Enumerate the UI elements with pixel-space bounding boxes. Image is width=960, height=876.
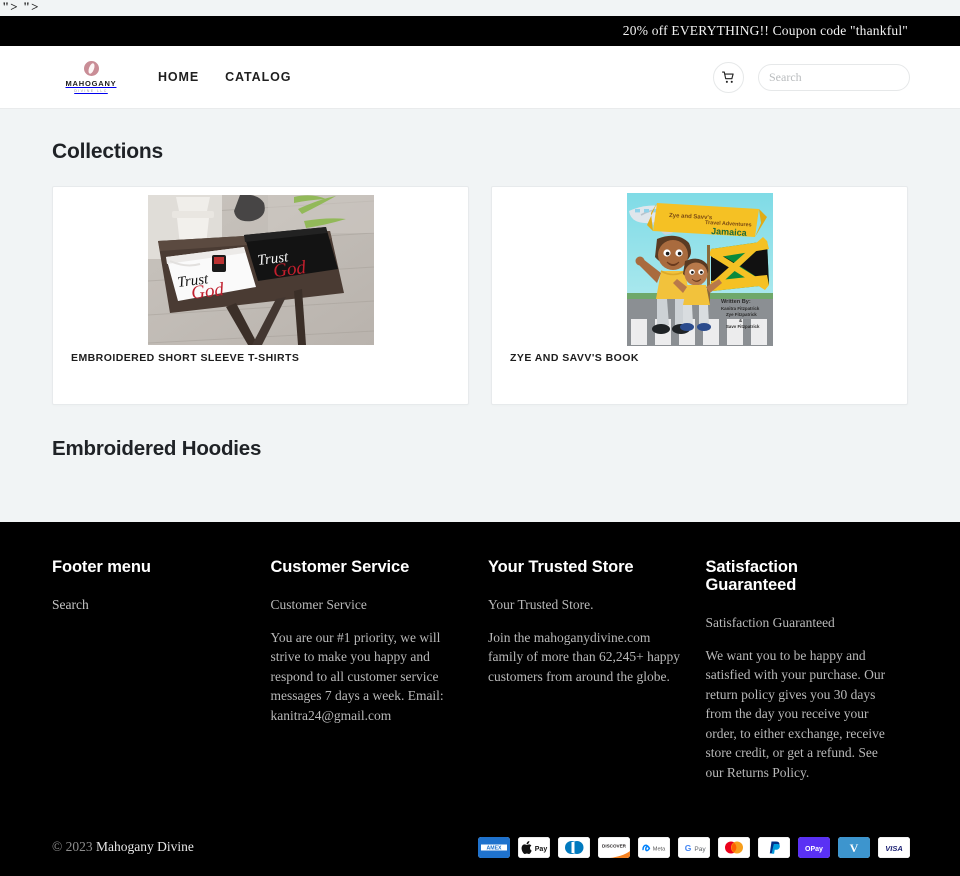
collection-card-image-wrap: Zye and Savv's Travel Adventures Jamaica <box>492 187 907 352</box>
payment-icon-meta-pay: Meta <box>638 836 670 858</box>
payment-icon-discover: DISCOVER <box>598 836 630 858</box>
search-input[interactable] <box>769 69 924 85</box>
logo-name: MAHOGANY <box>65 78 117 88</box>
svg-text:Savv Fitzpatrick: Savv Fitzpatrick <box>726 324 760 329</box>
svg-text:Written By:: Written By: <box>721 299 751 305</box>
tshirts-illustration: Trust God Trust God <box>147 194 374 345</box>
collection-card-tshirts[interactable]: Trust God Trust God EMBROIDERED SHORT SL… <box>52 186 469 405</box>
collection-card-title: EMBROIDERED SHORT SLEEVE T-SHIRTS <box>71 352 300 364</box>
payment-icon-venmo: V <box>838 836 870 858</box>
page-title: Collections <box>52 140 163 163</box>
svg-text:Pay: Pay <box>535 846 548 853</box>
logo-link[interactable]: MAHOGANY DIVINE LLC <box>60 60 122 94</box>
footer-text: Customer Service <box>270 597 367 612</box>
svg-text:Meta: Meta <box>653 846 666 852</box>
book-cover-illustration: Zye and Savv's Travel Adventures Jamaica <box>626 193 773 346</box>
payment-icon-mastercard <box>718 836 750 858</box>
payment-icon-visa: VISA <box>878 836 910 858</box>
svg-text:Kanitra Fitzpatrick: Kanitra Fitzpatrick <box>721 306 760 311</box>
svg-text:VISA: VISA <box>885 843 903 852</box>
payment-icons: AMEX Pay DISCOVER Meta G Pay OPay V VISA <box>478 836 910 858</box>
payment-icon-google-pay: G Pay <box>678 836 710 858</box>
payment-icon-diners-club <box>558 836 590 858</box>
footer-columns: Footer menu Search Customer Service Cust… <box>0 522 960 782</box>
svg-text:Pay: Pay <box>694 845 706 852</box>
nav-home[interactable]: HOME <box>158 70 199 84</box>
search-box[interactable] <box>758 63 924 91</box>
announcement-bar: 20% off EVERYTHING!! Coupon code "thankf… <box>0 16 960 46</box>
svg-text:AMEX: AMEX <box>487 845 503 851</box>
footer-text: Satisfaction Guaranteed <box>705 615 835 630</box>
cart-button[interactable] <box>713 61 744 93</box>
payment-icon-paypal <box>758 836 790 858</box>
footer-bottom-bar: © 2023 Mahogany Divine AMEX Pay DISCOVER… <box>0 818 960 876</box>
footer-link-search[interactable]: Search <box>52 595 252 614</box>
shopping-cart-icon <box>722 71 734 83</box>
footer-column-trusted-store: Your Trusted Store Your Trusted Store. J… <box>488 558 706 782</box>
footer-heading: Footer menu <box>52 558 151 576</box>
svg-text:Jamaica: Jamaica <box>710 226 747 238</box>
logo-subtitle: DIVINE LLC <box>74 89 108 94</box>
main-content: Collections Trust God Trust God EMBROIDE… <box>0 110 960 522</box>
collection-card-title: ZYE AND SAVV'S BOOK <box>510 352 639 364</box>
copyright: © 2023 Mahogany Divine <box>52 839 194 855</box>
footer-heading: Your Trusted Store <box>487 558 634 576</box>
svg-text:OPay: OPay <box>805 845 823 852</box>
mahogany-leaf-emblem-icon <box>83 60 99 76</box>
footer-text: You are our #1 priority, we will strive … <box>270 629 444 723</box>
svg-text:God: God <box>190 279 226 304</box>
payment-icon-apple-pay: Pay <box>518 836 550 858</box>
site-footer: Footer menu Search Customer Service Cust… <box>0 522 960 876</box>
collection-card-image-wrap: Trust God Trust God <box>53 187 468 352</box>
footer-text: Join the mahoganydivine.com family of mo… <box>487 629 681 684</box>
svg-text:DISCOVER: DISCOVER <box>602 843 627 848</box>
collections-grid: Trust God Trust God EMBROIDERED SHORT SL… <box>52 186 908 405</box>
copyright-store-name: Mahogany Divine <box>96 839 194 854</box>
book-product-image: Zye and Savv's Travel Adventures Jamaica <box>626 193 773 346</box>
announcement-text: 20% off EVERYTHING!! Coupon code "thankf… <box>622 23 908 38</box>
svg-text:V: V <box>850 841 859 855</box>
header-actions <box>713 61 924 93</box>
copyright-year: © 2023 <box>52 839 97 854</box>
primary-nav: HOME CATALOG <box>158 70 291 84</box>
stray-markup-artifact: "> "> <box>2 0 40 14</box>
footer-column-satisfaction: Satisfaction Guaranteed Satisfaction Gua… <box>705 558 910 782</box>
payment-icon-amex: AMEX <box>478 836 510 858</box>
section-title-hoodies: Embroidered Hoodies <box>52 437 262 460</box>
footer-column-menu: Footer menu Search <box>52 558 270 782</box>
tshirts-product-image: Trust God Trust God <box>147 194 374 345</box>
footer-column-customer-service: Customer Service Customer Service You ar… <box>270 558 488 782</box>
footer-heading: Satisfaction Guaranteed <box>705 558 798 594</box>
svg-text:God: God <box>272 257 308 282</box>
svg-text:Zye Fitzpatrick: Zye Fitzpatrick <box>726 312 757 317</box>
svg-text:G: G <box>685 843 692 853</box>
footer-text: We want you to be happy and satisfied wi… <box>705 647 886 780</box>
footer-text: Your Trusted Store. <box>487 597 594 612</box>
payment-icon-shop-pay: OPay <box>798 836 830 858</box>
nav-catalog[interactable]: CATALOG <box>225 70 291 84</box>
page-root: "> "> 20% off EVERYTHING!! Coupon code "… <box>0 0 960 876</box>
collection-card-book[interactable]: Zye and Savv's Travel Adventures Jamaica <box>491 186 908 405</box>
site-header: MAHOGANY DIVINE LLC HOME CATALOG <box>0 46 960 109</box>
footer-heading: Customer Service <box>270 558 410 576</box>
